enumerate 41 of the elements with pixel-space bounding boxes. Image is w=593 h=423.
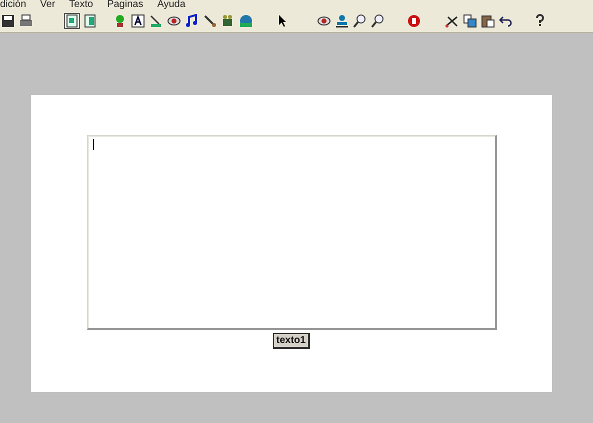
toolbar-button[interactable] — [130, 13, 146, 29]
paste-icon — [481, 14, 495, 28]
scissors-icon — [445, 14, 459, 28]
menu-item[interactable]: dición — [0, 0, 26, 10]
globe-icon — [239, 14, 253, 28]
toolbar-button[interactable] — [64, 13, 80, 29]
film-camera-icon — [221, 14, 235, 28]
help-icon — [533, 14, 547, 28]
toolbar-button[interactable] — [0, 13, 16, 29]
toolbar-button[interactable] — [184, 13, 200, 29]
menu-item[interactable]: Ayuda — [157, 0, 186, 10]
text-tool-icon — [131, 14, 145, 28]
undo-icon — [499, 14, 513, 28]
stop-icon — [407, 14, 421, 28]
brush-icon — [203, 14, 217, 28]
music-note-icon — [185, 14, 199, 28]
toolbar-button[interactable] — [462, 13, 478, 29]
text-caret — [92, 139, 94, 150]
menu-item[interactable]: Texto — [69, 0, 94, 10]
plant-icon — [113, 14, 127, 28]
printer-icon — [19, 14, 33, 28]
toolbar-button[interactable] — [352, 13, 368, 29]
eye-icon — [317, 14, 331, 28]
zoom-icon — [371, 14, 385, 28]
zoom-icon — [353, 14, 367, 28]
page-icon — [65, 14, 79, 28]
pages-icon — [83, 14, 97, 28]
copy-icon — [463, 14, 477, 28]
toolbar-button[interactable] — [202, 13, 218, 29]
toolbar-button[interactable] — [82, 13, 98, 29]
eye-icon — [167, 14, 181, 28]
toolbar-button[interactable] — [148, 13, 164, 29]
text-area-label: texto1 — [273, 333, 310, 349]
stamp-icon — [335, 14, 349, 28]
toolbar-button[interactable] — [334, 13, 350, 29]
toolbar-button[interactable] — [370, 13, 386, 29]
toolbar-button[interactable] — [480, 13, 496, 29]
toolbar-button[interactable] — [18, 13, 34, 29]
menu-item[interactable]: Paginas — [107, 0, 144, 10]
menu-item[interactable]: Ver — [40, 0, 56, 10]
line-tool-icon — [149, 14, 163, 28]
